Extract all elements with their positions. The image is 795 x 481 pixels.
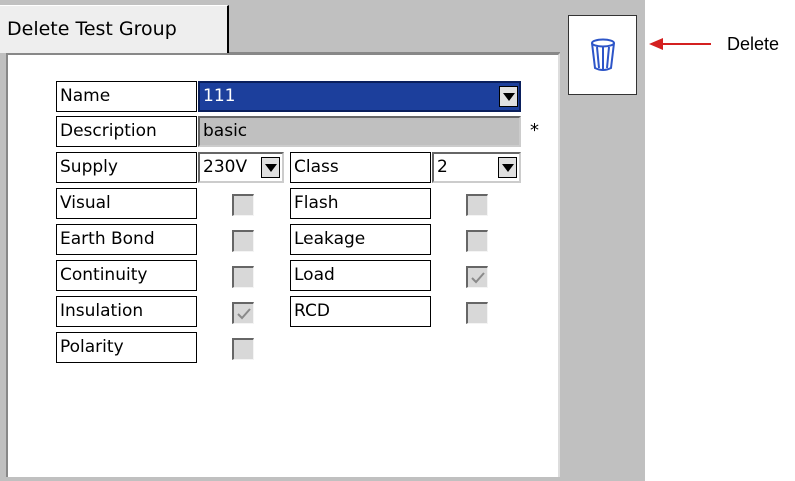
check-icon: [471, 272, 485, 284]
test-label-visual: Visual: [56, 188, 197, 219]
name-value: 111: [203, 86, 236, 106]
test-label-polarity: Polarity: [56, 332, 197, 363]
tab-delete-test-group[interactable]: Delete Test Group: [0, 5, 229, 53]
description-value: basic: [203, 121, 248, 141]
check-icon: [237, 308, 251, 320]
earth-bond-checkbox[interactable]: [232, 230, 254, 252]
load-checkbox[interactable]: [466, 266, 488, 288]
supply-value: 230V: [203, 157, 248, 177]
class-label: Class: [290, 152, 431, 183]
flash-checkbox[interactable]: [466, 194, 488, 216]
leakage-checkbox[interactable]: [466, 230, 488, 252]
test-label-rcd: RCD: [290, 296, 431, 327]
polarity-checkbox[interactable]: [232, 338, 254, 360]
tab-title: Delete Test Group: [7, 18, 177, 40]
test-label-flash: Flash: [290, 188, 431, 219]
device-screen: Delete Test Group Name 111 Description b…: [0, 0, 645, 481]
class-dropdown-arrow-icon[interactable]: [498, 157, 517, 178]
description-field[interactable]: basic: [198, 116, 521, 147]
rcd-checkbox[interactable]: [466, 302, 488, 324]
callout-arrow: [652, 43, 711, 45]
test-label-continuity: Continuity: [56, 260, 197, 291]
test-label-leakage: Leakage: [290, 224, 431, 255]
description-label: Description: [56, 116, 197, 147]
continuity-checkbox[interactable]: [232, 266, 254, 288]
test-label-earth-bond: Earth Bond: [56, 224, 197, 255]
required-marker: *: [530, 120, 539, 141]
class-value: 2: [437, 157, 448, 177]
supply-dropdown-arrow-icon[interactable]: [261, 157, 280, 178]
class-dropdown[interactable]: 2: [432, 152, 521, 183]
callout-delete-label: Delete: [727, 34, 780, 54]
insulation-checkbox[interactable]: [232, 302, 254, 324]
name-label: Name: [56, 81, 197, 112]
test-label-insulation: Insulation: [56, 296, 197, 327]
supply-label: Supply: [56, 152, 197, 183]
name-dropdown[interactable]: 111: [198, 81, 521, 112]
supply-dropdown[interactable]: 230V: [198, 152, 284, 183]
trash-icon: [590, 38, 615, 71]
name-dropdown-arrow-icon[interactable]: [499, 86, 518, 107]
delete-button[interactable]: [568, 15, 637, 95]
test-label-load: Load: [290, 260, 431, 291]
visual-checkbox[interactable]: [232, 194, 254, 216]
